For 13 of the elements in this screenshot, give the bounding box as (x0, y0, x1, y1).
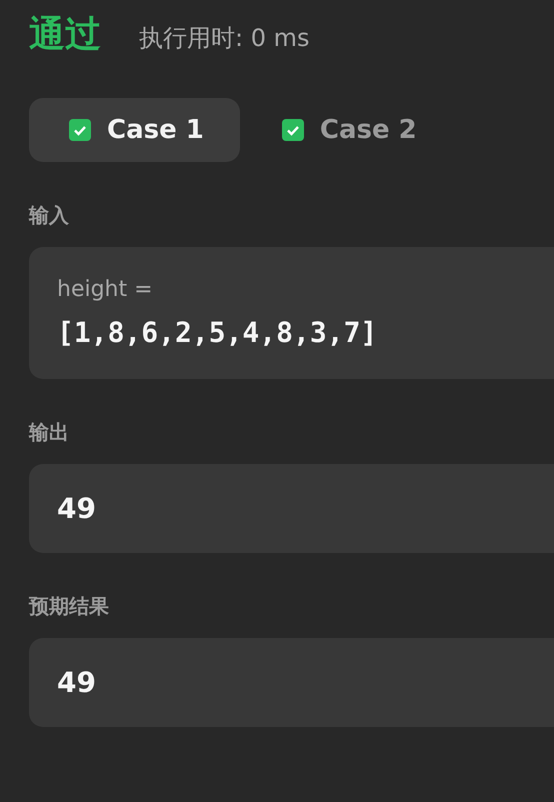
check-icon (69, 119, 91, 141)
result-status: 通过 (29, 13, 101, 57)
section-label: 输出 (29, 419, 70, 446)
runtime-text: 执行用时: 0 ms (139, 23, 310, 54)
case-tab[interactable]: Case 2 (262, 98, 453, 162)
input-value: [1,8,6,2,5,4,8,3,7] (57, 316, 378, 349)
check-icon (282, 119, 304, 141)
section-label: 预期结果 (29, 593, 110, 620)
output-value: 49 (57, 492, 97, 525)
output-value: 49 (57, 666, 97, 699)
case-tab[interactable]: Case 1 (29, 98, 240, 162)
section-label: 输入 (29, 202, 70, 229)
variable-label: height = (57, 277, 154, 302)
